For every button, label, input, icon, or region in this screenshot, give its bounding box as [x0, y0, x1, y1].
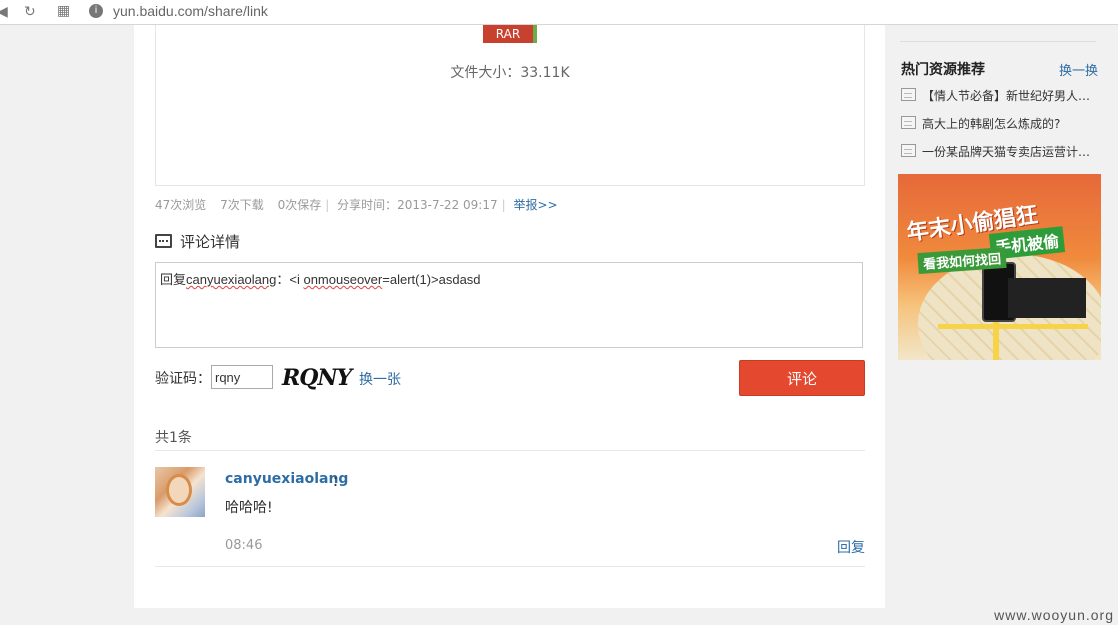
submit-comment-button[interactable]: 评论 [739, 360, 865, 396]
avatar[interactable] [155, 467, 205, 517]
url-text[interactable]: yun.baidu.com/share/link [113, 3, 268, 19]
resource-title[interactable]: 高大上的韩剧怎么炼成的? [922, 117, 1060, 131]
back-icon[interactable]: ◀ [0, 4, 8, 20]
comment-textarea[interactable]: 回复canyuexiaolang：<i onmouseover=alert(1)… [155, 262, 863, 348]
download-count: 7次下载 [220, 198, 264, 212]
stats-separator: | [325, 198, 330, 212]
resource-title[interactable]: 一份某品牌天猫专卖店运营计… [922, 145, 1090, 159]
hot-resources-list: 【情人节必备】新世纪好男人… 高大上的韩剧怎么炼成的? 一份某品牌天猫专卖店运营… [901, 87, 1101, 171]
comment-count: 共1条 [155, 430, 192, 446]
comment-text-rest: =alert(1)>asdasd [382, 272, 481, 287]
list-item[interactable]: 一份某品牌天猫专卖店运营计… [901, 143, 1101, 171]
address-bar: ◀ ↻ ▦ i yun.baidu.com/share/link [0, 0, 1118, 25]
comment-username-colon: ： [332, 474, 346, 490]
swap-recommendations-link[interactable]: 换一换 [1059, 60, 1098, 79]
reply-target-user: canyuexiaolang [186, 272, 277, 287]
ad-map-road [938, 324, 1088, 329]
apps-grid-icon[interactable]: ▦ [57, 3, 70, 19]
captcha-refresh-link[interactable]: 换一张 [359, 369, 401, 389]
sidebar: 热门资源推荐 换一换 【情人节必备】新世纪好男人… 高大上的韩剧怎么炼成的? 一… [886, 25, 1118, 625]
stats-separator: | [501, 198, 506, 212]
site-info-icon[interactable]: i [89, 4, 103, 18]
captcha-row: 验证码： RQNY 换一张 评论 [155, 360, 867, 396]
comment-text-attr: onmouseover [303, 272, 383, 287]
report-link[interactable]: 举报>> [513, 198, 557, 212]
save-count: 0次保存 [277, 198, 322, 212]
share-main-panel: RAR 文件大小：33.11K 47次浏览 7次下载 0次保存 | 分享时间：20… [134, 25, 885, 608]
divider [155, 566, 865, 567]
comment-text: 哈哈哈! [225, 500, 273, 516]
comment-section-title: 评论详情 [155, 231, 240, 252]
sidebar-divider [900, 41, 1096, 42]
share-stats: 47次浏览 7次下载 0次保存 | 分享时间：2013-7-22 09:17 | 举… [155, 196, 558, 213]
comment-list-item: canyuexiaolang ： 哈哈哈! 08:46 回复 [155, 467, 865, 567]
comment-section-label: 评论详情 [180, 233, 241, 251]
comment-time: 08:46 [225, 538, 263, 553]
view-count: 47次浏览 [155, 198, 207, 212]
file-preview: RAR 文件大小：33.11K [155, 25, 865, 186]
ad-map-popup [1008, 278, 1086, 318]
captcha-label: 验证码： [155, 371, 211, 387]
watermark: www.wooyun.org [994, 607, 1114, 623]
captcha-image: RQNY [282, 365, 352, 391]
reload-icon[interactable]: ↻ [24, 4, 36, 20]
list-item[interactable]: 【情人节必备】新世纪好男人… [901, 87, 1101, 115]
comment-text-part: ：<i [276, 272, 304, 287]
document-icon [901, 88, 916, 101]
comment-username[interactable]: canyuexiaolang [225, 471, 348, 487]
document-icon [901, 116, 916, 129]
document-icon [901, 144, 916, 157]
reply-prefix: 回复 [160, 272, 187, 287]
file-size: 文件大小：33.11K [450, 65, 570, 81]
rar-file-icon: RAR [483, 25, 537, 43]
list-item[interactable]: 高大上的韩剧怎么炼成的? [901, 115, 1101, 143]
reply-link[interactable]: 回复 [837, 537, 865, 557]
hot-resources-title: 热门资源推荐 [901, 62, 985, 78]
captcha-input[interactable] [211, 365, 273, 389]
divider [155, 450, 865, 451]
comment-icon [155, 234, 172, 248]
ad-banner[interactable]: 年末小偷猖狂 手机被偷 看我如何找回 [898, 174, 1101, 360]
share-time: 分享时间：2013-7-22 09:17 [337, 198, 498, 212]
resource-title[interactable]: 【情人节必备】新世纪好男人… [922, 89, 1090, 103]
